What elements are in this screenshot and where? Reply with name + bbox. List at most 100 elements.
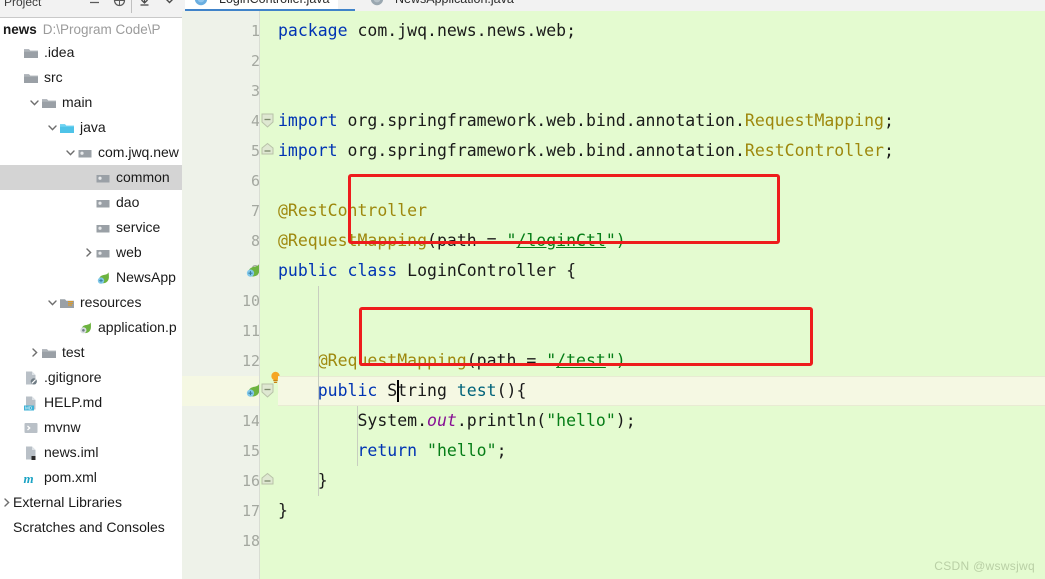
code-line[interactable]: } [278, 466, 1045, 496]
code-line[interactable] [278, 316, 1045, 346]
code-line[interactable]: System.out.println("hello"); [278, 406, 1045, 436]
markdown-file-icon: MD [23, 395, 44, 411]
tree-item-resources[interactable]: resources [0, 290, 182, 315]
tree-item-scratches-and-consoles[interactable]: Scratches and Consoles [0, 515, 182, 540]
code-token: ; [883, 111, 894, 130]
fold-end-icon[interactable] [260, 142, 275, 161]
spring-class-icon [95, 270, 116, 286]
code-line[interactable]: public class LoginController { [278, 256, 1045, 286]
line-number: 7 [250, 202, 260, 220]
tree-item-gitignore[interactable]: .gitignore [0, 365, 182, 390]
module-file-icon [23, 445, 44, 461]
tree-item-web[interactable]: web [0, 240, 182, 265]
code-token: import [278, 111, 338, 130]
tree-twisty-collapsed[interactable] [82, 246, 95, 259]
line-number: 18 [241, 532, 260, 550]
code-token: import [278, 141, 338, 160]
tree-item-external-libraries[interactable]: External Libraries [0, 490, 182, 515]
tree-twisty-expanded[interactable] [46, 296, 59, 309]
code-token: " [506, 231, 517, 250]
tree-item-label: Scratches and Consoles [13, 519, 165, 535]
code-token: RequestMapping [744, 111, 884, 130]
tree-twisty-expanded[interactable] [46, 121, 59, 134]
tree-item-label: common [116, 169, 170, 185]
editor-gutter[interactable]: 123456789101112131415161718 [182, 11, 260, 579]
code-token: /loginCtl [516, 231, 606, 250]
locate-icon[interactable] [138, 0, 151, 7]
tree-item-main[interactable]: main [0, 90, 182, 115]
tree-item-label: .idea [44, 44, 75, 60]
tree-item-java[interactable]: java [0, 115, 182, 140]
line-number: 5 [250, 142, 260, 160]
tree-item-idea[interactable]: .idea [0, 40, 182, 65]
code-token: LoginController { [397, 261, 577, 280]
hide-icon[interactable] [163, 0, 176, 7]
tree-item-pom-xml[interactable]: m pom.xml [0, 465, 182, 490]
tree-twisty-collapsed[interactable] [28, 346, 41, 359]
shell-script-icon [23, 420, 44, 436]
code-content[interactable]: package com.jwq.news.news.web; import or… [278, 11, 1045, 579]
java-class-icon [193, 0, 214, 7]
code-token: /test [556, 351, 606, 370]
folder-icon [41, 345, 62, 361]
tree-item-application-p[interactable]: application.p [0, 315, 182, 340]
tree-item-label: resources [80, 294, 142, 310]
code-line[interactable] [278, 286, 1045, 316]
code-line[interactable] [278, 76, 1045, 106]
tree-item-label: main [62, 94, 93, 110]
code-line[interactable]: @RequestMapping(path = "/test") [278, 346, 1045, 376]
code-line[interactable]: public String test(){ [278, 376, 1045, 406]
ide-window: Project news D:\Program Code\P .idea src… [0, 0, 1045, 579]
tree-item-common[interactable]: common [0, 165, 182, 190]
code-line[interactable]: @RestController [278, 196, 1045, 226]
line-number: 17 [241, 502, 260, 520]
tree-item-label: test [62, 344, 85, 360]
tree-item-mvnw[interactable]: mvnw [0, 415, 182, 440]
code-token: (path = [427, 231, 507, 250]
code-line[interactable] [278, 46, 1045, 76]
tree-twisty-collapsed[interactable] [0, 496, 13, 509]
tree-item-label: HELP.md [44, 394, 103, 410]
collapse-all-icon[interactable] [88, 0, 101, 7]
code-line[interactable]: import org.springframework.web.bind.anno… [278, 136, 1045, 166]
tree-twisty-none [64, 321, 77, 334]
tree-item-help-md[interactable]: MD HELP.md [0, 390, 182, 415]
code-token: ; [883, 141, 894, 160]
code-token: System. [278, 411, 428, 430]
sidebar-toolbar: Project [0, 0, 182, 18]
fold-end-icon[interactable] [260, 472, 275, 491]
code-line[interactable] [278, 166, 1045, 196]
tree-twisty-expanded[interactable] [28, 96, 41, 109]
tree-item-news-iml[interactable]: news.iml [0, 440, 182, 465]
tree-item-service[interactable]: service [0, 215, 182, 240]
tree-item-newsapp[interactable]: NewsApp [0, 265, 182, 290]
fold-gutter[interactable] [260, 11, 280, 579]
watermark: CSDN @wswsjwq [934, 559, 1035, 573]
editor-tab-newsapplication-java[interactable]: NewsApplication.java [361, 0, 522, 11]
tree-twisty-none [10, 46, 23, 59]
tree-item-src[interactable]: src [0, 65, 182, 90]
tree-item-label: dao [116, 194, 140, 210]
tree-item-test[interactable]: test [0, 340, 182, 365]
tree-item-dao[interactable]: dao [0, 190, 182, 215]
svg-text:m: m [24, 471, 34, 486]
code-token: ") [605, 231, 626, 250]
settings-icon[interactable] [113, 0, 126, 7]
code-line[interactable]: return "hello"; [278, 436, 1045, 466]
code-token: .println( [456, 411, 547, 430]
code-line[interactable]: package com.jwq.news.news.web; [278, 16, 1045, 46]
code-line[interactable]: @RequestMapping(path = "/loginCtl") [278, 226, 1045, 256]
code-line[interactable]: import org.springframework.web.bind.anno… [278, 106, 1045, 136]
code-line[interactable] [278, 526, 1045, 556]
fold-collapse-icon[interactable] [260, 112, 275, 135]
code-line[interactable]: } [278, 496, 1045, 526]
code-token: package [278, 21, 348, 40]
fold-collapse-icon[interactable] [260, 382, 275, 405]
code-token: com.jwq.news.news.web; [347, 21, 577, 40]
tree-item-com-jwq-new[interactable]: com.jwq.new [0, 140, 182, 165]
editor-tab-strip: LoginController.java NewsApplication.java [182, 0, 1045, 11]
editor-area: LoginController.java NewsApplication.java… [182, 0, 1045, 579]
tree-twisty-expanded[interactable] [64, 146, 77, 159]
line-number: 1 [250, 22, 260, 40]
code-token: org.springframework.web.bind.annotation. [337, 111, 745, 130]
